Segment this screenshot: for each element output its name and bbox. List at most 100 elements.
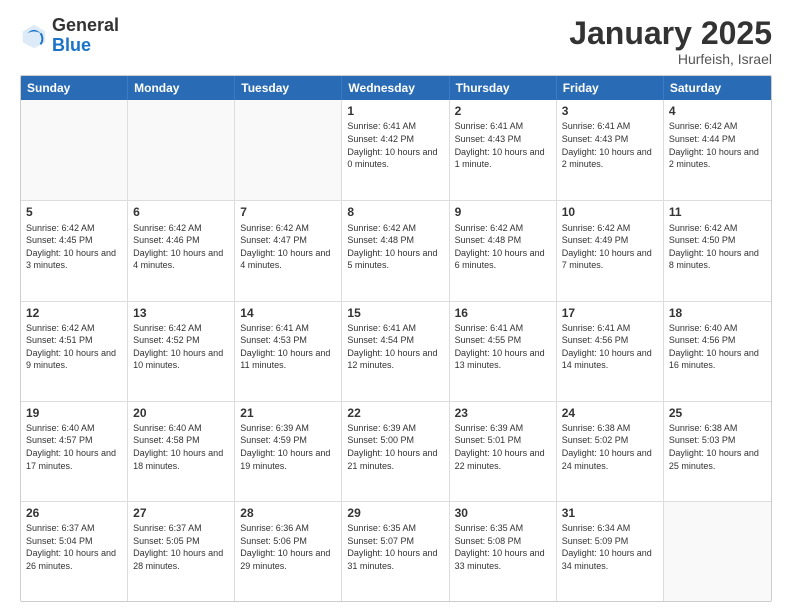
- day-cell: 17Sunrise: 6:41 AMSunset: 4:56 PMDayligh…: [557, 302, 664, 401]
- day-info: Sunrise: 6:35 AMSunset: 5:07 PMDaylight:…: [347, 522, 443, 572]
- day-cell: 15Sunrise: 6:41 AMSunset: 4:54 PMDayligh…: [342, 302, 449, 401]
- day-info: Sunrise: 6:42 AMSunset: 4:48 PMDaylight:…: [455, 222, 551, 272]
- day-number: 18: [669, 305, 766, 321]
- day-cell: 16Sunrise: 6:41 AMSunset: 4:55 PMDayligh…: [450, 302, 557, 401]
- day-info: Sunrise: 6:41 AMSunset: 4:43 PMDaylight:…: [455, 120, 551, 170]
- day-info: Sunrise: 6:39 AMSunset: 4:59 PMDaylight:…: [240, 422, 336, 472]
- day-cell: [21, 100, 128, 200]
- day-number: 29: [347, 505, 443, 521]
- day-cell: 7 Sunrise: 6:42 AMSunset: 4:47 PMDaylight…: [235, 201, 342, 300]
- logo-icon: [20, 22, 48, 50]
- day-number: 8: [347, 204, 443, 220]
- day-info: Sunrise: 6:42 AMSunset: 4:46 PMDaylight:…: [133, 222, 229, 272]
- day-cell: 2Sunrise: 6:41 AMSunset: 4:43 PMDaylight…: [450, 100, 557, 200]
- day-info: Sunrise: 6:42 AMSunset: 4:51 PMDaylight:…: [26, 322, 122, 372]
- day-number: 16: [455, 305, 551, 321]
- day-cell: 20Sunrise: 6:40 AMSunset: 4:58 PMDayligh…: [128, 402, 235, 501]
- logo-text: General Blue: [52, 16, 119, 56]
- day-number: 3: [562, 103, 658, 119]
- day-number: 15: [347, 305, 443, 321]
- day-number: 20: [133, 405, 229, 421]
- day-cell: 21Sunrise: 6:39 AMSunset: 4:59 PMDayligh…: [235, 402, 342, 501]
- header-right: January 2025 Hurfeish, Israel: [569, 16, 772, 67]
- day-info: Sunrise: 6:38 AMSunset: 5:03 PMDaylight:…: [669, 422, 766, 472]
- day-info: Sunrise: 6:34 AMSunset: 5:09 PMDaylight:…: [562, 522, 658, 572]
- day-cell: 14Sunrise: 6:41 AMSunset: 4:53 PMDayligh…: [235, 302, 342, 401]
- day-cell: 5Sunrise: 6:42 AMSunset: 4:45 PMDaylight…: [21, 201, 128, 300]
- day-info: Sunrise: 6:41 AMSunset: 4:53 PMDaylight:…: [240, 322, 336, 372]
- day-number: 28: [240, 505, 336, 521]
- day-number: 10: [562, 204, 658, 220]
- day-info: Sunrise: 6:40 AMSunset: 4:56 PMDaylight:…: [669, 322, 766, 372]
- week-row: 1Sunrise: 6:41 AMSunset: 4:42 PMDaylight…: [21, 100, 771, 200]
- day-header: Friday: [557, 76, 664, 100]
- day-info: Sunrise: 6:40 AMSunset: 4:58 PMDaylight:…: [133, 422, 229, 472]
- day-info: Sunrise: 6:42 AMSunset: 4:49 PMDaylight:…: [562, 222, 658, 272]
- day-cell: 18Sunrise: 6:40 AMSunset: 4:56 PMDayligh…: [664, 302, 771, 401]
- day-cell: 1Sunrise: 6:41 AMSunset: 4:42 PMDaylight…: [342, 100, 449, 200]
- day-info: Sunrise: 6:39 AMSunset: 5:00 PMDaylight:…: [347, 422, 443, 472]
- day-number: 1: [347, 103, 443, 119]
- day-cell: 31Sunrise: 6:34 AMSunset: 5:09 PMDayligh…: [557, 502, 664, 601]
- day-number: 21: [240, 405, 336, 421]
- day-number: 31: [562, 505, 658, 521]
- day-cell: 19Sunrise: 6:40 AMSunset: 4:57 PMDayligh…: [21, 402, 128, 501]
- day-info: Sunrise: 6:37 AMSunset: 5:05 PMDaylight:…: [133, 522, 229, 572]
- day-info: Sunrise: 6:41 AMSunset: 4:42 PMDaylight:…: [347, 120, 443, 170]
- day-cell: 29Sunrise: 6:35 AMSunset: 5:07 PMDayligh…: [342, 502, 449, 601]
- day-number: 6: [133, 204, 229, 220]
- day-info: Sunrise: 6:36 AMSunset: 5:06 PMDaylight:…: [240, 522, 336, 572]
- day-header: Thursday: [450, 76, 557, 100]
- day-number: 22: [347, 405, 443, 421]
- day-cell: 22Sunrise: 6:39 AMSunset: 5:00 PMDayligh…: [342, 402, 449, 501]
- day-info: Sunrise: 6:41 AMSunset: 4:56 PMDaylight:…: [562, 322, 658, 372]
- day-cell: 3Sunrise: 6:41 AMSunset: 4:43 PMDaylight…: [557, 100, 664, 200]
- day-number: 11: [669, 204, 766, 220]
- day-cell: 24Sunrise: 6:38 AMSunset: 5:02 PMDayligh…: [557, 402, 664, 501]
- day-cell: 4Sunrise: 6:42 AMSunset: 4:44 PMDaylight…: [664, 100, 771, 200]
- day-number: 4: [669, 103, 766, 119]
- location: Hurfeish, Israel: [569, 51, 772, 67]
- day-number: 23: [455, 405, 551, 421]
- day-cell: 11 Sunrise: 6:42 AMSunset: 4:50 PMDayligh…: [664, 201, 771, 300]
- day-info: Sunrise: 6:42 AMSunset: 4:52 PMDaylight:…: [133, 322, 229, 372]
- day-number: 9: [455, 204, 551, 220]
- day-info: Sunrise: 6:42 AMSunset: 4:44 PMDaylight:…: [669, 120, 766, 170]
- day-cell: 6 Sunrise: 6:42 AMSunset: 4:46 PMDaylight…: [128, 201, 235, 300]
- day-info: Sunrise: 6:41 AMSunset: 4:54 PMDaylight:…: [347, 322, 443, 372]
- day-header: Monday: [128, 76, 235, 100]
- week-row: 12Sunrise: 6:42 AMSunset: 4:51 PMDayligh…: [21, 301, 771, 401]
- day-cell: 10 Sunrise: 6:42 AMSunset: 4:49 PMDayligh…: [557, 201, 664, 300]
- week-row: 5Sunrise: 6:42 AMSunset: 4:45 PMDaylight…: [21, 200, 771, 300]
- day-cell: 27Sunrise: 6:37 AMSunset: 5:05 PMDayligh…: [128, 502, 235, 601]
- logo-blue: Blue: [52, 35, 91, 55]
- day-number: 2: [455, 103, 551, 119]
- calendar-body: 1Sunrise: 6:41 AMSunset: 4:42 PMDaylight…: [21, 100, 771, 601]
- day-number: 26: [26, 505, 122, 521]
- day-number: 7: [240, 204, 336, 220]
- day-info: Sunrise: 6:38 AMSunset: 5:02 PMDaylight:…: [562, 422, 658, 472]
- day-cell: 25Sunrise: 6:38 AMSunset: 5:03 PMDayligh…: [664, 402, 771, 501]
- day-number: 25: [669, 405, 766, 421]
- week-row: 26Sunrise: 6:37 AMSunset: 5:04 PMDayligh…: [21, 501, 771, 601]
- day-cell: 28Sunrise: 6:36 AMSunset: 5:06 PMDayligh…: [235, 502, 342, 601]
- day-number: 27: [133, 505, 229, 521]
- day-header: Sunday: [21, 76, 128, 100]
- day-cell: [128, 100, 235, 200]
- day-info: Sunrise: 6:42 AMSunset: 4:50 PMDaylight:…: [669, 222, 766, 272]
- day-cell: 30Sunrise: 6:35 AMSunset: 5:08 PMDayligh…: [450, 502, 557, 601]
- day-header: Saturday: [664, 76, 771, 100]
- day-number: 13: [133, 305, 229, 321]
- day-cell: 12Sunrise: 6:42 AMSunset: 4:51 PMDayligh…: [21, 302, 128, 401]
- month-title: January 2025: [569, 16, 772, 51]
- logo-general: General: [52, 15, 119, 35]
- day-headers: SundayMondayTuesdayWednesdayThursdayFrid…: [21, 76, 771, 100]
- day-info: Sunrise: 6:42 AMSunset: 4:48 PMDaylight:…: [347, 222, 443, 272]
- day-number: 12: [26, 305, 122, 321]
- day-info: Sunrise: 6:42 AMSunset: 4:47 PMDaylight:…: [240, 222, 336, 272]
- day-info: Sunrise: 6:42 AMSunset: 4:45 PMDaylight:…: [26, 222, 122, 272]
- week-row: 19Sunrise: 6:40 AMSunset: 4:57 PMDayligh…: [21, 401, 771, 501]
- day-info: Sunrise: 6:37 AMSunset: 5:04 PMDaylight:…: [26, 522, 122, 572]
- day-cell: [664, 502, 771, 601]
- calendar: SundayMondayTuesdayWednesdayThursdayFrid…: [20, 75, 772, 602]
